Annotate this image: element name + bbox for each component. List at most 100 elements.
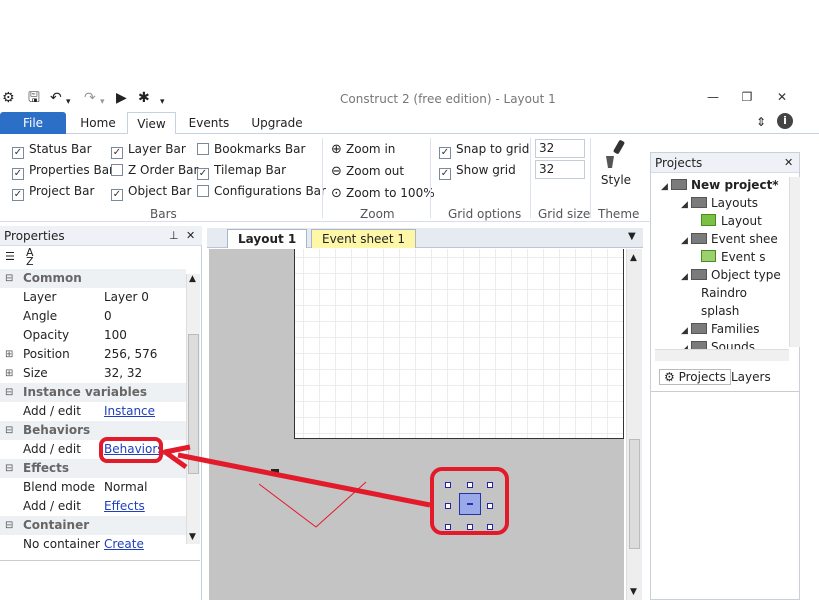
property-description-area — [0, 560, 200, 600]
scroll-down-icon[interactable]: ▼ — [630, 587, 637, 597]
tree-item[interactable]: Layout — [701, 213, 762, 229]
property-row[interactable]: Layer Layer 0 — [0, 288, 186, 307]
tree-item[interactable]: Raindro — [701, 285, 747, 301]
properties-bar-checkbox[interactable]: ✓ Properties Bar — [12, 163, 114, 180]
close-panel-icon[interactable]: ✕ — [186, 226, 195, 246]
style-button[interactable]: Style — [596, 138, 636, 198]
alphabetical-sort-icon[interactable]: AZ — [26, 247, 34, 267]
group-label-grid-options: Grid options — [448, 207, 522, 221]
grid-width-input[interactable]: 32 — [535, 139, 585, 158]
checkbox-unchecked-icon — [197, 185, 209, 197]
layout-vertical-scrollbar[interactable]: ▲ ▼ — [626, 249, 642, 600]
property-category[interactable]: ⊟ Instance variables — [0, 383, 186, 402]
tab-layout-1[interactable]: Layout 1 — [227, 229, 308, 248]
tree-item[interactable]: ◢ Event shee — [681, 231, 778, 249]
minimize-button[interactable]: — — [703, 90, 723, 104]
customize-qa-icon[interactable]: ▾ — [160, 94, 165, 110]
scroll-thumb[interactable] — [629, 439, 640, 549]
ribbon-collapse-icon[interactable]: ⇕ — [756, 115, 766, 129]
tab-file[interactable]: File — [0, 112, 66, 134]
expand-triangle-icon[interactable]: ◢ — [661, 179, 671, 195]
categorized-sort-icon[interactable]: ☰ — [5, 250, 15, 263]
undo-icon[interactable]: ↶ — [50, 90, 62, 106]
zoom-out-button[interactable]: ⊖ Zoom out — [331, 164, 404, 179]
configurations-bar-checkbox[interactable]: Configurations Bar — [197, 184, 326, 198]
property-row[interactable]: Blend mode Normal — [0, 478, 186, 497]
tree-vertical-scrollbar[interactable] — [789, 177, 800, 347]
property-row[interactable]: No container Create — [0, 535, 186, 554]
property-row[interactable]: Add / editInstance vari... — [0, 402, 186, 437]
tree-item[interactable]: ◢ New project* — [661, 177, 779, 195]
small-sprite[interactable] — [271, 469, 279, 473]
tree-item[interactable]: splash — [701, 303, 739, 319]
property-row[interactable]: Opacity 100 — [0, 326, 186, 345]
collapse-icon[interactable]: ⊟ — [5, 383, 13, 402]
bookmarks-bar-checkbox[interactable]: Bookmarks Bar — [197, 142, 305, 156]
snap-to-grid-checkbox[interactable]: ✓ Snap to grid — [439, 142, 529, 159]
z-order-bar-checkbox[interactable]: Z Order Bar — [111, 163, 198, 177]
property-row[interactable]: Add / edit Effects — [0, 497, 186, 516]
property-row[interactable]: ⊞ Size 32, 32 — [0, 364, 186, 383]
tab-events[interactable]: Events — [186, 112, 232, 134]
object-bar-checkbox[interactable]: ✓ Object Bar — [111, 184, 191, 201]
collapse-icon[interactable]: ⊟ — [5, 421, 13, 440]
close-button[interactable]: ✕ — [772, 90, 792, 104]
layout-canvas[interactable] — [209, 249, 624, 600]
properties-scrollbar[interactable]: ▲ ▼ — [186, 274, 200, 544]
property-link[interactable]: Create — [104, 535, 144, 554]
tab-home[interactable]: Home — [78, 112, 118, 134]
zoom-in-button[interactable]: ⊕ Zoom in — [331, 142, 395, 157]
property-category[interactable]: ⊟ Container — [0, 516, 186, 535]
scroll-up-icon[interactable]: ▲ — [630, 253, 637, 263]
help-icon[interactable]: i — [777, 113, 793, 129]
app-gear-icon[interactable]: ⚙ — [2, 90, 15, 106]
tree-item[interactable]: ◢ Families — [681, 321, 759, 339]
tab-projects[interactable]: ⚙ Projects — [659, 369, 731, 385]
tree-item[interactable]: Event s — [701, 249, 765, 265]
grid-height-input[interactable]: 32 — [535, 160, 585, 179]
show-grid-checkbox[interactable]: ✓ Show grid — [439, 163, 516, 180]
property-category[interactable]: ⊟ Common — [0, 269, 186, 288]
property-link[interactable]: Effects — [104, 497, 145, 516]
collapse-icon[interactable]: ⊟ — [5, 269, 13, 288]
pin-icon[interactable]: ⊥ — [169, 226, 179, 246]
tree-horizontal-scrollbar[interactable] — [655, 349, 789, 361]
collapse-icon[interactable]: ⊟ — [5, 459, 13, 478]
status-bar-checkbox[interactable]: ✓ Status Bar — [12, 142, 92, 159]
save-icon[interactable]: 🖫 — [28, 90, 40, 106]
property-row[interactable]: ⊞ Position 256, 576 — [0, 345, 186, 364]
tree-item[interactable]: ◢ Object type — [681, 267, 781, 285]
tree-item[interactable]: ◢ Layouts — [681, 195, 758, 213]
expand-triangle-icon[interactable]: ◢ — [681, 233, 691, 249]
redo-dropdown-icon[interactable]: ▾ — [100, 94, 105, 110]
expand-icon[interactable]: ⊞ — [5, 364, 13, 383]
tab-view[interactable]: View — [127, 112, 176, 135]
undo-dropdown-icon[interactable]: ▾ — [66, 94, 71, 110]
tab-layers[interactable]: Layers — [731, 370, 771, 384]
zoom-100-button[interactable]: ⊙ Zoom to 100% — [331, 186, 435, 201]
tilemap-bar-checkbox[interactable]: ✓ Tilemap Bar — [197, 163, 286, 180]
run-layout-icon[interactable]: ▶ — [116, 90, 127, 106]
close-panel-icon[interactable]: ✕ — [784, 153, 793, 173]
debug-icon[interactable]: ✱ — [138, 90, 150, 106]
expand-triangle-icon[interactable]: ◢ — [681, 197, 691, 213]
tab-event-sheet-1[interactable]: Event sheet 1 — [311, 229, 416, 248]
scroll-up-icon[interactable]: ▲ — [189, 274, 196, 284]
scroll-thumb[interactable] — [188, 334, 199, 474]
collapse-icon[interactable]: ⊟ — [5, 516, 13, 535]
property-row[interactable]: Angle 0 — [0, 307, 186, 326]
checkbox-checked-icon: ✓ — [12, 189, 24, 201]
restore-button[interactable]: ❐ — [737, 90, 757, 104]
property-name: Add / edit — [23, 442, 81, 456]
project-bar-checkbox[interactable]: ✓ Project Bar — [12, 184, 94, 201]
tab-upgrade[interactable]: Upgrade — [248, 112, 306, 134]
scroll-down-icon[interactable]: ▼ — [189, 532, 196, 542]
redo-icon[interactable]: ↷ — [84, 90, 96, 106]
expand-triangle-icon[interactable]: ◢ — [681, 269, 691, 285]
layer-bar-checkbox[interactable]: ✓ Layer Bar — [111, 142, 186, 159]
expand-icon[interactable]: ⊞ — [5, 345, 13, 364]
raindrop-lines-sprite[interactable] — [259, 479, 369, 529]
expand-triangle-icon[interactable]: ◢ — [681, 323, 691, 339]
tab-list-dropdown-icon[interactable]: ▼ — [628, 231, 636, 242]
layout-bounds[interactable] — [294, 249, 624, 439]
